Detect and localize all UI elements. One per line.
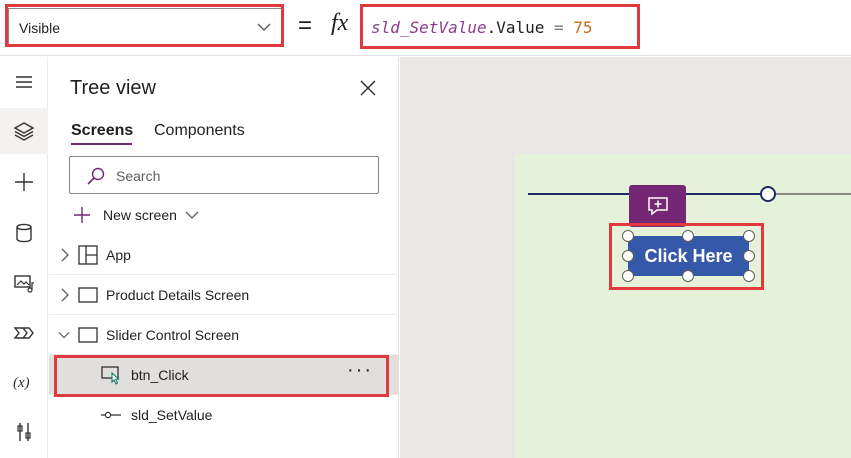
slider-track [768,193,851,195]
rail-tree-view[interactable] [0,108,48,154]
close-icon[interactable] [359,79,377,97]
rail-variables[interactable]: (x) [0,359,48,405]
tools-icon [17,423,31,441]
screen-icon [78,287,98,303]
chevron-down-icon [185,211,199,219]
chevron-down-icon[interactable] [58,328,70,342]
tree-item-app[interactable]: App [49,235,399,275]
formula-operator: = [544,18,574,37]
plus-icon [74,207,90,223]
tree-item-btn-click[interactable]: btn_Click ··· [49,355,399,395]
chevron-down-icon [257,23,271,31]
svg-text:(x): (x) [13,375,30,391]
more-options-icon[interactable]: ··· [347,359,373,382]
property-dropdown-value: Visible [19,20,60,36]
search-input[interactable]: Search [69,156,379,194]
tree-item-label: Product Details Screen [106,287,250,303]
tab-screens[interactable]: Screens [71,122,133,140]
search-icon [87,167,105,185]
resize-handle[interactable] [743,250,755,262]
rail-power-automate[interactable] [0,310,48,356]
formula-text: sld_SetValue.Value = 75 [371,18,593,37]
chevron-right-icon[interactable] [59,248,71,262]
resize-handle[interactable] [682,270,694,282]
tree-item-label: Slider Control Screen [106,327,240,343]
new-screen-button[interactable]: New screen [73,204,199,226]
slider-control-icon [101,411,121,419]
app-grid-icon [78,245,98,265]
database-icon [16,223,32,243]
new-screen-label: New screen [103,207,177,223]
resize-handle[interactable] [682,230,694,242]
equals-sign: = [298,12,313,39]
hamburger-menu-icon [16,76,32,88]
tab-components[interactable]: Components [154,122,245,140]
formula-input[interactable]: sld_SetValue.Value = 75 [362,5,638,49]
tab-screens-underline [71,143,132,145]
screen-icon [78,327,98,343]
property-dropdown[interactable]: Visible [8,8,284,46]
resize-handle[interactable] [743,230,755,242]
rail-menu[interactable] [0,59,48,105]
tree-item-label: btn_Click [131,367,189,383]
formula-control-name: sld_SetValue [371,18,487,37]
formula-property: .Value [486,18,545,37]
formula-bar: Visible = fx sld_SetValue.Value = 75 [0,0,851,56]
formula-input-extension[interactable] [640,5,851,49]
resize-handle[interactable] [622,270,634,282]
left-rail: (x) [0,57,48,458]
slider-thumb[interactable] [760,186,776,202]
search-placeholder: Search [116,168,161,184]
tree-view-title: Tree view [70,77,156,99]
rail-data[interactable] [0,210,48,256]
fx-icon: fx [331,10,349,36]
power-automate-icon [13,327,34,339]
button-control-icon [101,366,120,385]
media-icon [14,275,34,293]
resize-handle[interactable] [622,250,634,262]
resize-handle[interactable] [743,270,755,282]
chevron-right-icon[interactable] [59,288,71,302]
formula-value: 75 [573,18,593,37]
variables-icon: (x) [13,375,30,391]
add-comment-icon [647,197,668,216]
resize-handle[interactable] [622,230,634,242]
tree-item-label: sld_SetValue [131,407,213,423]
plus-icon [15,173,33,191]
rail-tools[interactable] [0,409,48,455]
tree-item-product-details-screen[interactable]: Product Details Screen [49,275,399,315]
layers-icon [13,122,35,141]
tree-item-slider-control-screen[interactable]: Slider Control Screen [49,315,399,355]
comment-button[interactable] [629,185,686,227]
rail-media[interactable] [0,260,48,306]
rail-insert[interactable] [0,159,48,205]
tree-item-sld-setvalue[interactable]: sld_SetValue [49,395,399,435]
tree-view-panel: Tree view Screens Components Search New … [49,57,399,458]
tree-item-label: App [106,247,131,263]
